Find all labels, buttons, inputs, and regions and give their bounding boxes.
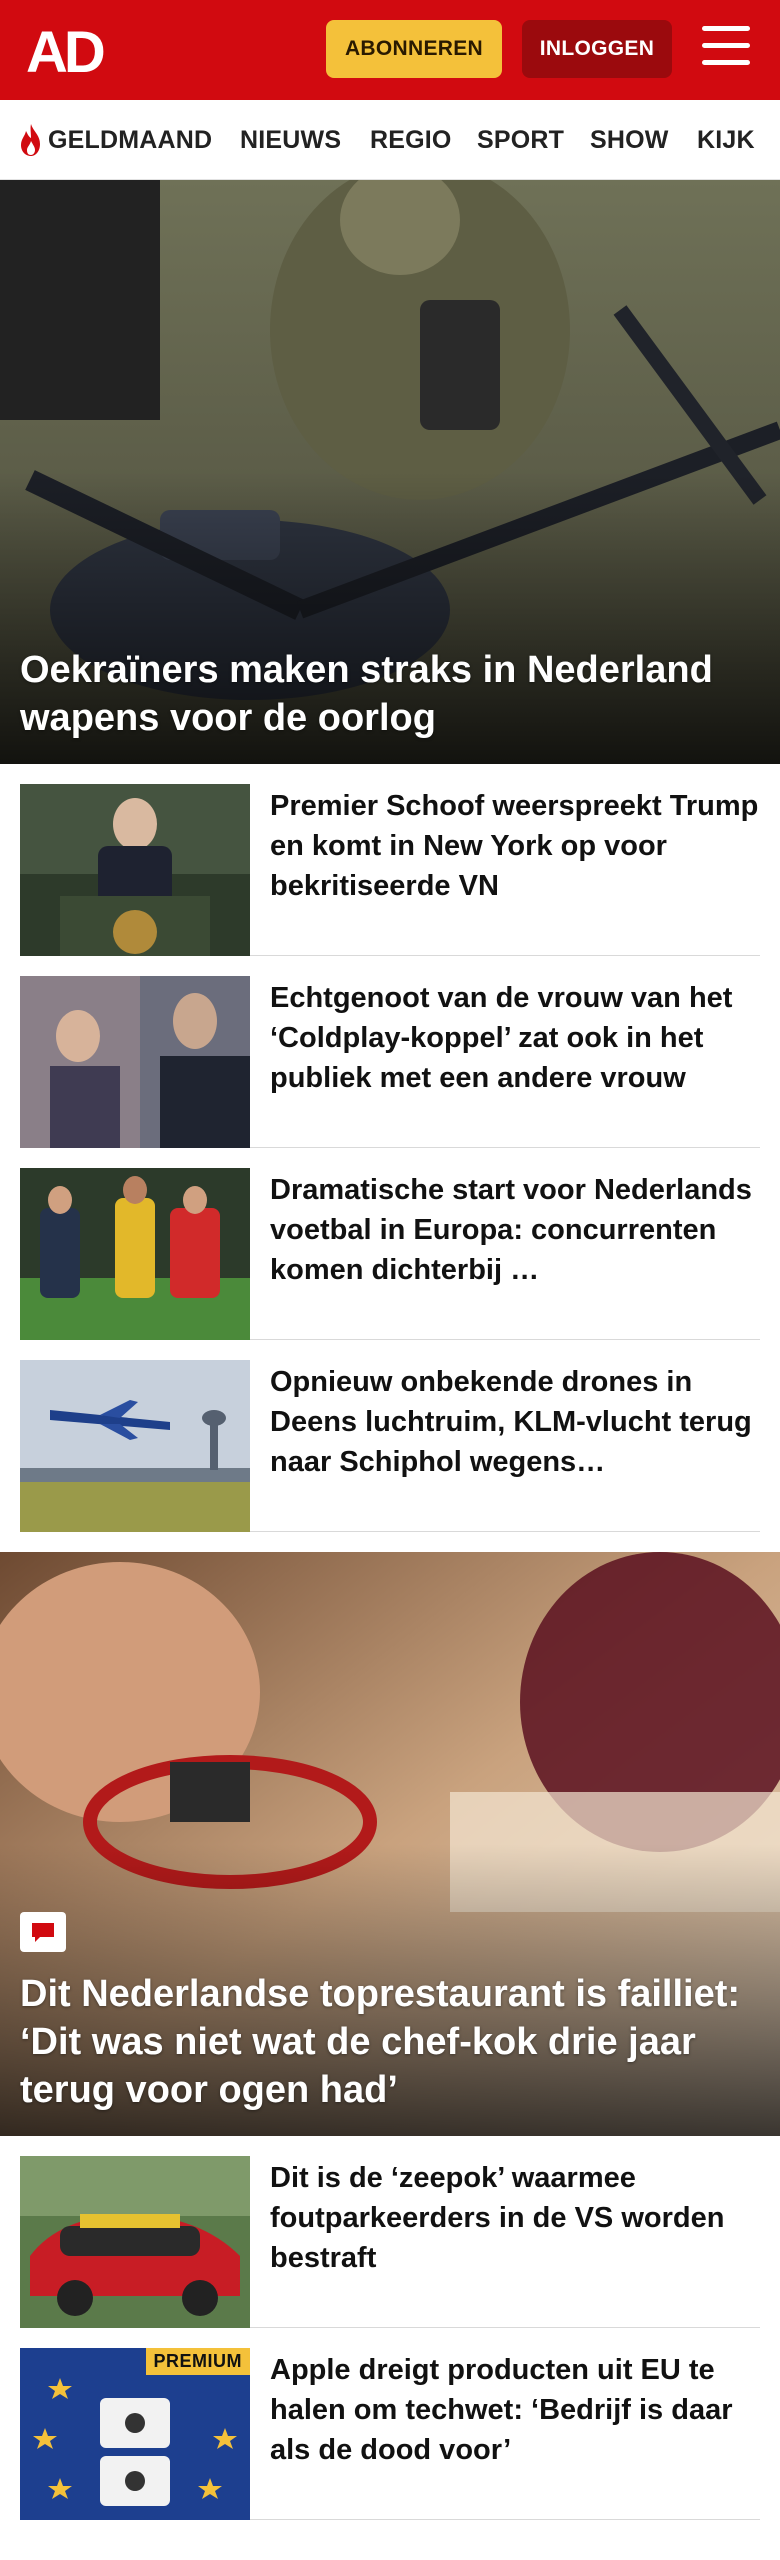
list-item[interactable]: Dramatische start voor Nederlands voetba… bbox=[20, 1148, 760, 1340]
article-title[interactable]: Opnieuw onbekende drones in Deens luchtr… bbox=[270, 1362, 760, 1482]
article-title[interactable]: Premier Schoof weerspreekt Trump en komt… bbox=[270, 786, 760, 906]
flame-icon bbox=[21, 124, 40, 156]
nav-label: GELDMAAND bbox=[48, 125, 213, 154]
premium-badge: PREMIUM bbox=[145, 2348, 250, 2375]
article-thumbnail bbox=[20, 784, 250, 956]
section-nav: GELDMAAND NIEUWS REGIO SPORT SHOW KIJK bbox=[0, 100, 780, 180]
hero-title[interactable]: Dit Nederlandse toprestaurant is faillie… bbox=[20, 1970, 760, 2114]
article-title[interactable]: Echtgenoot van de vrouw van het ‘Coldpla… bbox=[270, 978, 760, 1098]
top-bar: AD ABONNEREN INLOGGEN bbox=[0, 0, 780, 100]
nav-item-geldmaand[interactable]: GELDMAAND bbox=[18, 100, 213, 179]
article-thumbnail bbox=[20, 2156, 250, 2328]
article-thumbnail bbox=[20, 1168, 250, 1340]
list-item[interactable]: Premier Schoof weerspreekt Trump en komt… bbox=[20, 764, 760, 956]
nav-item-nieuws[interactable]: NIEUWS bbox=[240, 100, 341, 179]
ad-logo[interactable]: AD bbox=[26, 20, 116, 85]
article-title[interactable]: Apple dreigt producten uit EU te halen o… bbox=[270, 2350, 760, 2470]
article-title[interactable]: Dramatische start voor Nederlands voetba… bbox=[270, 1170, 760, 1290]
subscribe-button[interactable]: ABONNEREN bbox=[326, 20, 502, 78]
hamburger-menu-icon[interactable] bbox=[702, 26, 750, 72]
article-thumbnail bbox=[20, 976, 250, 1148]
list-item[interactable]: Dit is de ‘zeepok’ waarmee foutparkeerde… bbox=[20, 2136, 760, 2328]
article-thumbnail: PREMIUM bbox=[20, 2348, 250, 2520]
hero-title[interactable]: Oekraïners maken straks in Nederland wap… bbox=[20, 646, 760, 742]
svg-text:AD: AD bbox=[26, 22, 104, 78]
hero-article[interactable]: Dit Nederlandse toprestaurant is faillie… bbox=[0, 1552, 780, 2136]
list-item[interactable]: PREMIUM Apple dreigt producten uit EU te… bbox=[20, 2328, 760, 2520]
comment-icon bbox=[20, 1912, 66, 1952]
hero-article[interactable]: Oekraïners maken straks in Nederland wap… bbox=[0, 180, 780, 764]
list-item[interactable]: Opnieuw onbekende drones in Deens luchtr… bbox=[20, 1340, 760, 1532]
nav-item-sport[interactable]: SPORT bbox=[477, 100, 564, 179]
nav-item-regio[interactable]: REGIO bbox=[370, 100, 452, 179]
article-title[interactable]: Dit is de ‘zeepok’ waarmee foutparkeerde… bbox=[270, 2158, 760, 2278]
nav-item-kijk[interactable]: KIJK bbox=[697, 100, 755, 179]
list-item[interactable]: Echtgenoot van de vrouw van het ‘Coldpla… bbox=[20, 956, 760, 1148]
nav-item-show[interactable]: SHOW bbox=[590, 100, 669, 179]
login-button[interactable]: INLOGGEN bbox=[522, 20, 672, 78]
article-thumbnail bbox=[20, 1360, 250, 1532]
